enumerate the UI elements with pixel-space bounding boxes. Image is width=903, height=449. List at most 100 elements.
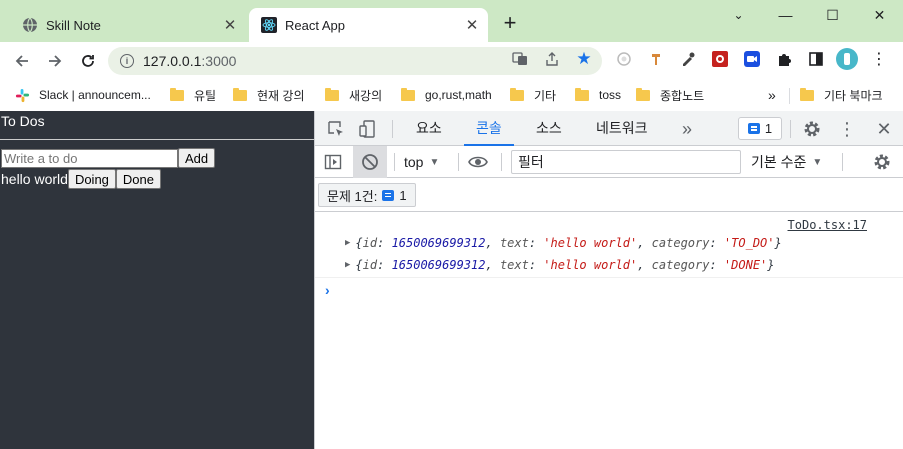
console-log-row[interactable]: ▶ {id: 1650069699312, text: 'hello world… xyxy=(345,258,775,272)
context-selector[interactable]: top ▼ xyxy=(404,152,439,172)
log-level-selector[interactable]: 기본 수준 ▼ xyxy=(751,152,822,172)
bookmark-label: 유틸 xyxy=(194,88,217,103)
bookmark-folder-other[interactable]: 기타 북마크 xyxy=(800,85,883,105)
toolbar-separator xyxy=(842,153,843,171)
inspect-element-icon[interactable] xyxy=(325,118,347,140)
extension-circle-icon[interactable] xyxy=(613,48,635,70)
dropdown-caret-icon: ▼ xyxy=(812,156,823,168)
console-prompt[interactable]: › xyxy=(315,277,903,301)
minimize-button[interactable]: — xyxy=(762,0,809,30)
clear-console-button[interactable] xyxy=(353,146,387,178)
close-tab-icon[interactable]: ✕ xyxy=(220,15,240,35)
maximize-button[interactable]: ☐ xyxy=(809,0,856,30)
prompt-chevron-icon: › xyxy=(325,282,330,298)
console-log-row[interactable]: ▶ {id: 1650069699312, text: 'hello world… xyxy=(345,236,782,250)
console-settings-gear-icon[interactable] xyxy=(871,151,893,173)
react-icon xyxy=(261,17,277,33)
close-window-button[interactable]: ✕ xyxy=(856,0,903,30)
live-expression-eye-icon[interactable] xyxy=(467,151,489,173)
profile-avatar-icon[interactable] xyxy=(836,48,858,70)
device-toolbar-icon[interactable] xyxy=(357,118,379,140)
bookmark-label: go,rust,math xyxy=(425,88,492,102)
side-panel-icon[interactable] xyxy=(805,48,827,70)
more-tabs-chevron-icon[interactable]: » xyxy=(676,118,698,140)
log-level-value: 기본 수준 xyxy=(751,154,807,170)
reload-button[interactable] xyxy=(75,48,101,74)
translate-icon[interactable] xyxy=(509,48,531,70)
close-tab-icon[interactable]: ✕ xyxy=(462,15,482,35)
issues-button[interactable]: 문제 1건: 1 xyxy=(318,183,416,207)
folder-icon xyxy=(510,87,524,101)
bookmark-label: 종합노트 xyxy=(660,88,705,103)
folder-icon xyxy=(800,87,814,101)
bookmark-folder[interactable]: 현재 강의 xyxy=(233,85,305,105)
site-info-icon[interactable]: i xyxy=(120,54,134,68)
issues-label: 문제 1건: xyxy=(327,188,378,204)
close-devtools-icon[interactable]: ✕ xyxy=(873,118,895,140)
extensions-puzzle-icon[interactable] xyxy=(773,48,795,70)
toolbar-separator xyxy=(501,153,502,171)
page-title: To Dos xyxy=(1,113,45,129)
tab-network[interactable]: 네트워크 xyxy=(596,111,648,145)
filter-input[interactable]: 필터 xyxy=(511,150,741,174)
console-filter-bar: top ▼ 필터 기본 수준 ▼ xyxy=(315,146,903,178)
done-button[interactable]: Done xyxy=(115,169,161,189)
bookmark-label: 현재 강의 xyxy=(257,88,305,103)
folder-icon xyxy=(233,87,247,101)
issues-bar: 문제 1건: 1 xyxy=(315,178,903,212)
tab-elements[interactable]: 요소 xyxy=(416,111,442,145)
forward-button[interactable] xyxy=(42,48,68,74)
more-bookmarks-button[interactable]: » xyxy=(768,85,776,105)
issues-counter-button[interactable]: 1 xyxy=(738,117,782,140)
toolbar-separator xyxy=(394,153,395,171)
new-tab-button[interactable]: + xyxy=(498,12,522,36)
zoom-extension-icon[interactable] xyxy=(741,48,763,70)
tab-search-chevron-icon[interactable]: ⌄ xyxy=(715,0,762,30)
todo-text: hello world xyxy=(1,171,68,187)
tab-console[interactable]: 콘솔 xyxy=(464,111,514,146)
bookmark-folder[interactable]: 새강의 xyxy=(325,85,382,105)
devtools-panel: 요소 콘솔 소스 네트워크 » 1 ⋮ ✕ top ▼ 필터 기본 수준 ▼ 문… xyxy=(314,111,903,449)
doing-button[interactable]: Doing xyxy=(67,169,116,189)
bookmark-folder[interactable]: 유틸 xyxy=(170,85,216,105)
color-picker-icon[interactable] xyxy=(677,48,699,70)
reload-icon xyxy=(82,55,94,67)
back-button[interactable] xyxy=(9,48,35,74)
bookmark-folder[interactable]: 기타 xyxy=(510,85,556,105)
browser-toolbar: i 127.0.0.1:3000 ★ ⋮ xyxy=(0,42,903,80)
issue-chat-icon xyxy=(747,123,760,134)
share-icon[interactable] xyxy=(541,48,563,70)
bookmark-folder[interactable]: go,rust,math xyxy=(401,85,492,105)
toolbar-separator xyxy=(458,153,459,171)
todo-input[interactable] xyxy=(1,148,178,168)
bookmark-folder[interactable]: 종합노트 xyxy=(636,85,704,105)
bookmark-slack[interactable]: Slack | announcem... xyxy=(15,85,151,105)
bookmark-star-icon[interactable]: ★ xyxy=(573,48,595,70)
folder-icon xyxy=(636,87,650,101)
dropdown-caret-icon: ▼ xyxy=(429,156,440,168)
console-output: ToDo.tsx:17 ▶ {id: 1650069699312, text: … xyxy=(315,212,903,449)
bookmark-label: Slack | announcem... xyxy=(39,88,151,102)
extension-red-icon[interactable] xyxy=(709,48,731,70)
tab-title: React App xyxy=(285,17,345,33)
chrome-menu-icon[interactable]: ⋮ xyxy=(868,48,890,70)
settings-gear-icon[interactable] xyxy=(801,118,823,140)
globe-icon xyxy=(23,17,37,33)
add-button[interactable]: Add xyxy=(178,148,216,168)
more-options-icon[interactable]: ⋮ xyxy=(836,118,858,140)
expand-triangle-icon[interactable]: ▶ xyxy=(345,260,350,270)
issue-count: 1 xyxy=(764,121,773,136)
browser-tab-strip: Skill Note ✕ React App ✕ + ⌄ — ☐ ✕ xyxy=(0,0,903,42)
tab-skill-note[interactable]: Skill Note ✕ xyxy=(0,8,246,42)
bookmark-label: 새강의 xyxy=(349,88,383,103)
tab-react-app[interactable]: React App ✕ xyxy=(249,8,488,42)
tab-sources[interactable]: 소스 xyxy=(536,111,562,145)
bookmark-folder[interactable]: toss xyxy=(575,85,621,105)
toolbar-separator xyxy=(790,120,791,138)
forward-arrow-icon xyxy=(49,55,62,67)
extension-pin-icon[interactable] xyxy=(645,48,667,70)
context-value: top xyxy=(404,154,424,170)
expand-triangle-icon[interactable]: ▶ xyxy=(345,238,350,248)
toggle-sidebar-icon[interactable] xyxy=(322,151,344,173)
source-link[interactable]: ToDo.tsx:17 xyxy=(788,218,867,232)
